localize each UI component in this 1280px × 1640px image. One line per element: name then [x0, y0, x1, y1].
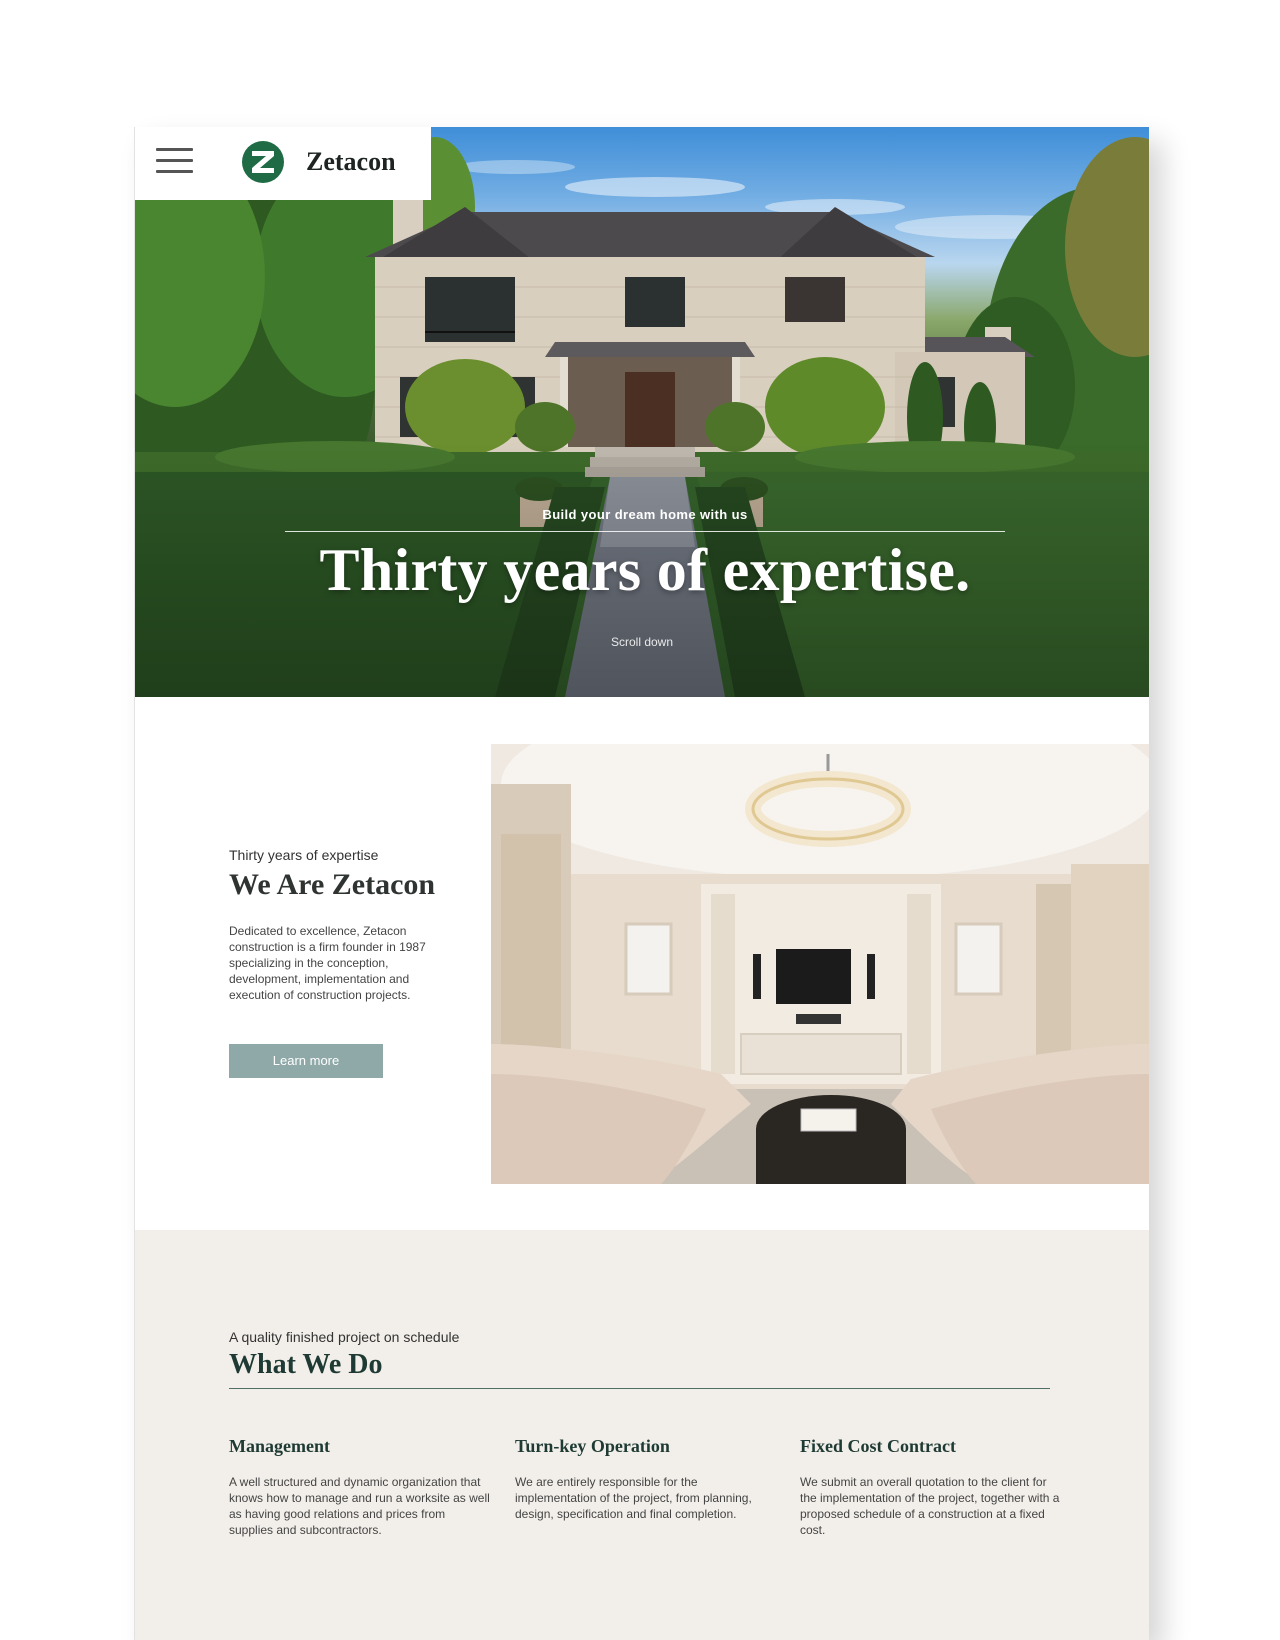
service-title: Fixed Cost Contract	[800, 1436, 956, 1456]
hero-section: Zetacon Build your dream home with us Th…	[135, 127, 1149, 697]
service-description: We are entirely responsible for the impl…	[515, 1475, 752, 1521]
about-section: Thirty years of expertise We Are Zetacon…	[135, 697, 1149, 1230]
living-room-photo	[491, 744, 1149, 1184]
hero-kicker: Build your dream home with us	[285, 507, 1005, 532]
service-title: Management	[229, 1436, 330, 1456]
about-title: We Are Zetacon	[229, 868, 436, 901]
service-card-management: Management A well structured and dynamic…	[229, 1436, 491, 1538]
service-title: Turn-key Operation	[515, 1436, 670, 1456]
brand-name[interactable]: Zetacon	[306, 147, 396, 177]
hero-text-block: Build your dream home with us Thirty yea…	[285, 507, 1005, 608]
zetacon-logo-icon[interactable]	[241, 140, 285, 184]
hero-overlay	[135, 127, 1149, 697]
service-description: We submit an overall quotation to the cl…	[800, 1475, 1060, 1537]
scroll-down-link[interactable]: Scroll down	[135, 635, 1149, 649]
about-body: Dedicated to excellence, Zetacon constru…	[229, 924, 426, 1002]
hamburger-menu-icon[interactable]	[156, 148, 193, 174]
web-page-mockup: Zetacon Build your dream home with us Th…	[134, 127, 1149, 1640]
services-eyebrow: A quality finished project on schedule	[229, 1329, 460, 1345]
service-description: A well structured and dynamic organizati…	[229, 1475, 490, 1537]
services-divider	[229, 1388, 1050, 1389]
hero-headline: Thirty years of expertise.	[319, 537, 971, 603]
services-section: A quality finished project on schedule W…	[135, 1230, 1149, 1640]
learn-more-button[interactable]: Learn more	[229, 1044, 383, 1078]
service-card-fixed-cost: Fixed Cost Contract We submit an overall…	[800, 1436, 1062, 1538]
about-eyebrow: Thirty years of expertise	[229, 847, 379, 863]
services-title: What We Do	[229, 1349, 383, 1380]
service-card-turnkey: Turn-key Operation We are entirely respo…	[515, 1436, 777, 1522]
top-navbar: Zetacon	[135, 127, 431, 200]
